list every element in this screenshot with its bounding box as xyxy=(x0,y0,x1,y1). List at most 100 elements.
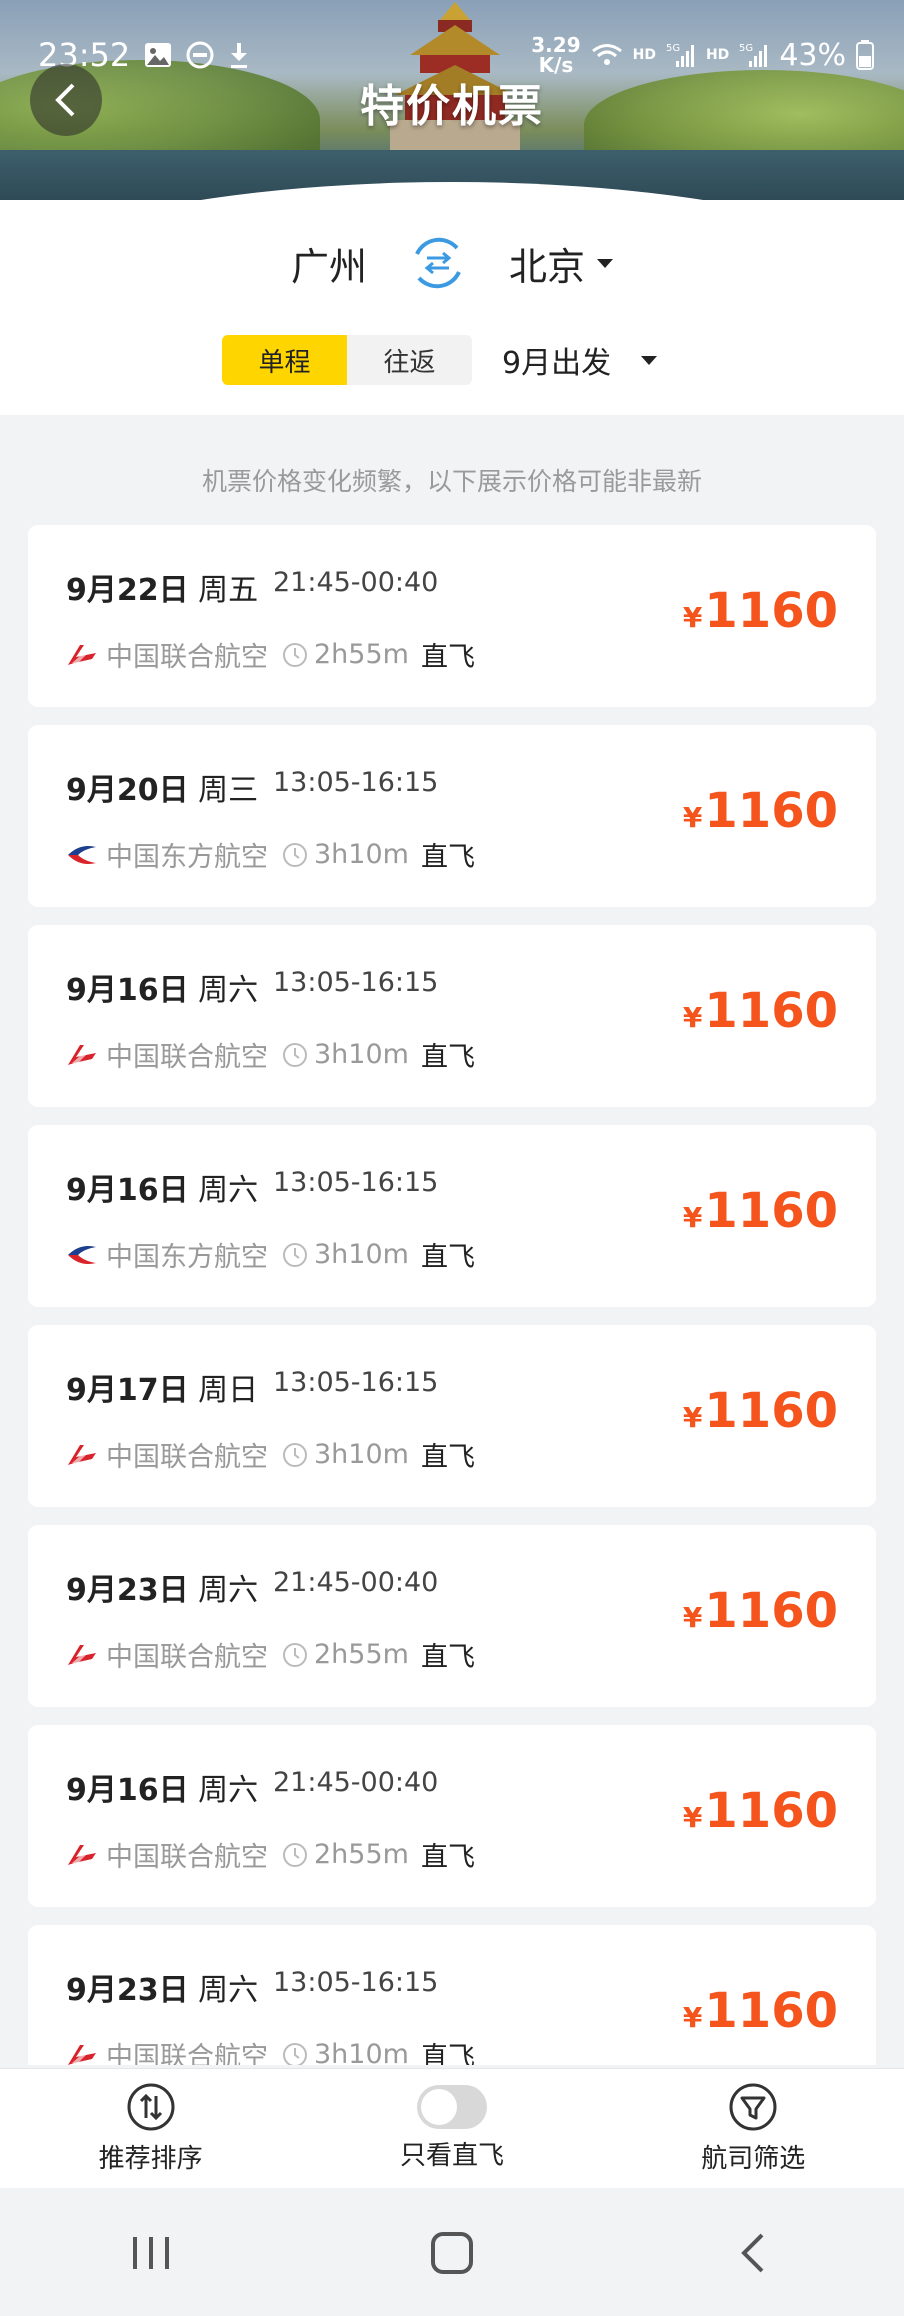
flight-duration: 3h10m xyxy=(314,1039,409,1070)
airline-row: 中国联合航空 3h10m 直飞 xyxy=(66,2035,475,2065)
flight-price: ¥1160 xyxy=(682,783,838,839)
clock-icon xyxy=(283,1042,307,1067)
flight-duration: 3h10m xyxy=(314,1439,409,1470)
battery-icon xyxy=(856,40,874,70)
tab-one-way[interactable]: 单程 xyxy=(222,335,347,385)
flight-card-6[interactable]: 9月23日 周六 21:45-00:40 中国联合航空 2h55m 直飞 ¥11… xyxy=(28,1525,876,1707)
flight-date: 9月16日 周六 xyxy=(66,1173,259,1208)
flight-price: ¥1160 xyxy=(682,983,838,1039)
airline-name: 中国联合航空 xyxy=(106,642,268,673)
airline-name: 中国联合航空 xyxy=(106,1442,268,1473)
svg-text:5G: 5G xyxy=(739,43,753,54)
destination-city: 北京 xyxy=(509,244,586,289)
flight-duration: 3h10m xyxy=(314,2039,409,2065)
trip-options-bar: 单程 往返 9月出发 xyxy=(222,335,658,385)
china-eastern-logo-icon xyxy=(68,1245,96,1264)
filter-icon xyxy=(729,2083,777,2131)
direct-only-toggle[interactable]: 只看直飞 xyxy=(332,2085,572,2172)
flight-date: 9月20日 周三 xyxy=(66,773,259,808)
system-nav-bar xyxy=(0,2190,904,2316)
china-united-logo-icon xyxy=(68,2044,96,2065)
nonstop-label: 直飞 xyxy=(420,1042,475,1073)
airline-row: 中国联合航空 3h10m 直飞 xyxy=(66,1035,475,1074)
china-eastern-logo-icon xyxy=(68,845,96,864)
month-filter[interactable]: 9月出发 xyxy=(502,338,658,382)
nonstop-label: 直飞 xyxy=(420,842,475,873)
flight-date: 9月23日 周六 xyxy=(66,1573,259,1608)
flight-date: 9月16日 周六 xyxy=(66,1773,259,1808)
nonstop-label: 直飞 xyxy=(420,2042,475,2065)
flight-list: 9月22日 周五 21:45-00:40 中国联合航空 2h55m 直飞 ¥11… xyxy=(28,525,876,2065)
flight-duration: 3h10m xyxy=(314,1239,409,1270)
month-filter-label: 9月出发 xyxy=(502,346,612,381)
flight-card-8[interactable]: 9月23日 周六 13:05-16:15 中国联合航空 3h10m 直飞 ¥11… xyxy=(28,1925,876,2065)
nonstop-label: 直飞 xyxy=(420,1642,475,1673)
flight-card-4[interactable]: 9月16日 周六 13:05-16:15 中国东方航空 3h10m 直飞 ¥11… xyxy=(28,1125,876,1307)
clock-icon xyxy=(283,842,307,867)
flight-price: ¥1160 xyxy=(682,1783,838,1839)
flight-card-7[interactable]: 9月16日 周六 21:45-00:40 中国联合航空 2h55m 直飞 ¥11… xyxy=(28,1725,876,1907)
back-nav-button[interactable] xyxy=(713,2213,793,2293)
airline-row: 中国东方航空 3h10m 直飞 xyxy=(66,1235,475,1274)
china-united-logo-icon xyxy=(68,1644,96,1665)
flight-price: ¥1160 xyxy=(682,1583,838,1639)
airline-name: 中国联合航空 xyxy=(106,2042,268,2065)
airline-row: 中国联合航空 2h55m 直飞 xyxy=(66,1835,475,1874)
sort-icon xyxy=(127,2083,175,2131)
caret-down-icon xyxy=(597,258,614,268)
home-button[interactable] xyxy=(412,2213,492,2293)
flight-times: 21:45-00:40 xyxy=(273,1767,439,1798)
toggle-switch[interactable] xyxy=(416,2085,487,2129)
flight-times: 13:05-16:15 xyxy=(273,1967,439,1998)
origin-city[interactable]: 广州 xyxy=(291,236,367,291)
clock-icon xyxy=(283,1242,307,1267)
bottom-action-bar: 推荐排序 只看直飞 航司筛选 xyxy=(0,2068,904,2188)
destination-selector[interactable]: 北京 xyxy=(509,236,614,291)
flight-duration: 3h10m xyxy=(314,839,409,870)
recent-apps-icon xyxy=(132,2237,169,2269)
flight-price: ¥1160 xyxy=(682,583,838,639)
clock-icon xyxy=(283,1842,307,1867)
nonstop-label: 直飞 xyxy=(420,1442,475,1473)
airline-row: 中国东方航空 3h10m 直飞 xyxy=(66,835,475,874)
nonstop-label: 直飞 xyxy=(420,1242,475,1273)
flight-date: 9月16日 周六 xyxy=(66,973,259,1008)
recent-apps-button[interactable] xyxy=(111,2213,191,2293)
trip-type-toggle: 单程 往返 xyxy=(222,335,472,385)
clock-icon xyxy=(283,642,307,667)
flight-date: 9月22日 周五 xyxy=(66,573,259,608)
flight-times: 13:05-16:15 xyxy=(273,767,439,798)
airline-row: 中国联合航空 3h10m 直飞 xyxy=(66,1435,475,1474)
tab-round-trip[interactable]: 往返 xyxy=(347,335,472,385)
flight-times: 21:45-00:40 xyxy=(273,1567,439,1598)
flight-card-3[interactable]: 9月16日 周六 13:05-16:15 中国联合航空 3h10m 直飞 ¥11… xyxy=(28,925,876,1107)
flight-date: 9月23日 周六 xyxy=(66,1973,259,2008)
net-speed: 3.29 K/s xyxy=(531,33,581,77)
flight-duration: 2h55m xyxy=(314,1839,409,1870)
nonstop-label: 直飞 xyxy=(420,1842,475,1873)
hd-label-2: HD xyxy=(705,47,730,63)
flight-card-1[interactable]: 9月22日 周五 21:45-00:40 中国联合航空 2h55m 直飞 ¥11… xyxy=(28,525,876,707)
airline-name: 中国东方航空 xyxy=(106,1242,268,1273)
status-right-icons: 3.29 K/s HD 5G HD 5G 43% xyxy=(531,35,874,75)
flight-duration: 2h55m xyxy=(314,1639,409,1670)
status-left-icons xyxy=(144,41,250,69)
route-selector: 广州 北京 xyxy=(0,228,904,298)
clock-icon xyxy=(283,1442,307,1467)
flight-price: ¥1160 xyxy=(682,1183,838,1239)
toggle-knob xyxy=(420,2089,457,2125)
flight-price: ¥1160 xyxy=(682,1983,838,2039)
airline-row: 中国联合航空 2h55m 直飞 xyxy=(66,635,475,674)
flight-card-2[interactable]: 9月20日 周三 13:05-16:15 中国东方航空 3h10m 直飞 ¥11… xyxy=(28,725,876,907)
back-nav-icon xyxy=(741,2233,764,2273)
caret-down-icon xyxy=(641,355,658,365)
clock-icon xyxy=(283,2042,307,2065)
sort-button[interactable]: 推荐排序 xyxy=(31,2082,271,2175)
airline-name: 中国东方航空 xyxy=(106,842,268,873)
flight-card-5[interactable]: 9月17日 周日 13:05-16:15 中国联合航空 3h10m 直飞 ¥11… xyxy=(28,1325,876,1507)
swap-icon[interactable] xyxy=(407,232,469,294)
signal-5g-icon: 5G xyxy=(666,43,694,67)
airline-filter-button[interactable]: 航司筛选 xyxy=(633,2082,873,2175)
signal-5g-icon-2: 5G xyxy=(739,43,768,67)
dnd-icon xyxy=(186,41,214,69)
